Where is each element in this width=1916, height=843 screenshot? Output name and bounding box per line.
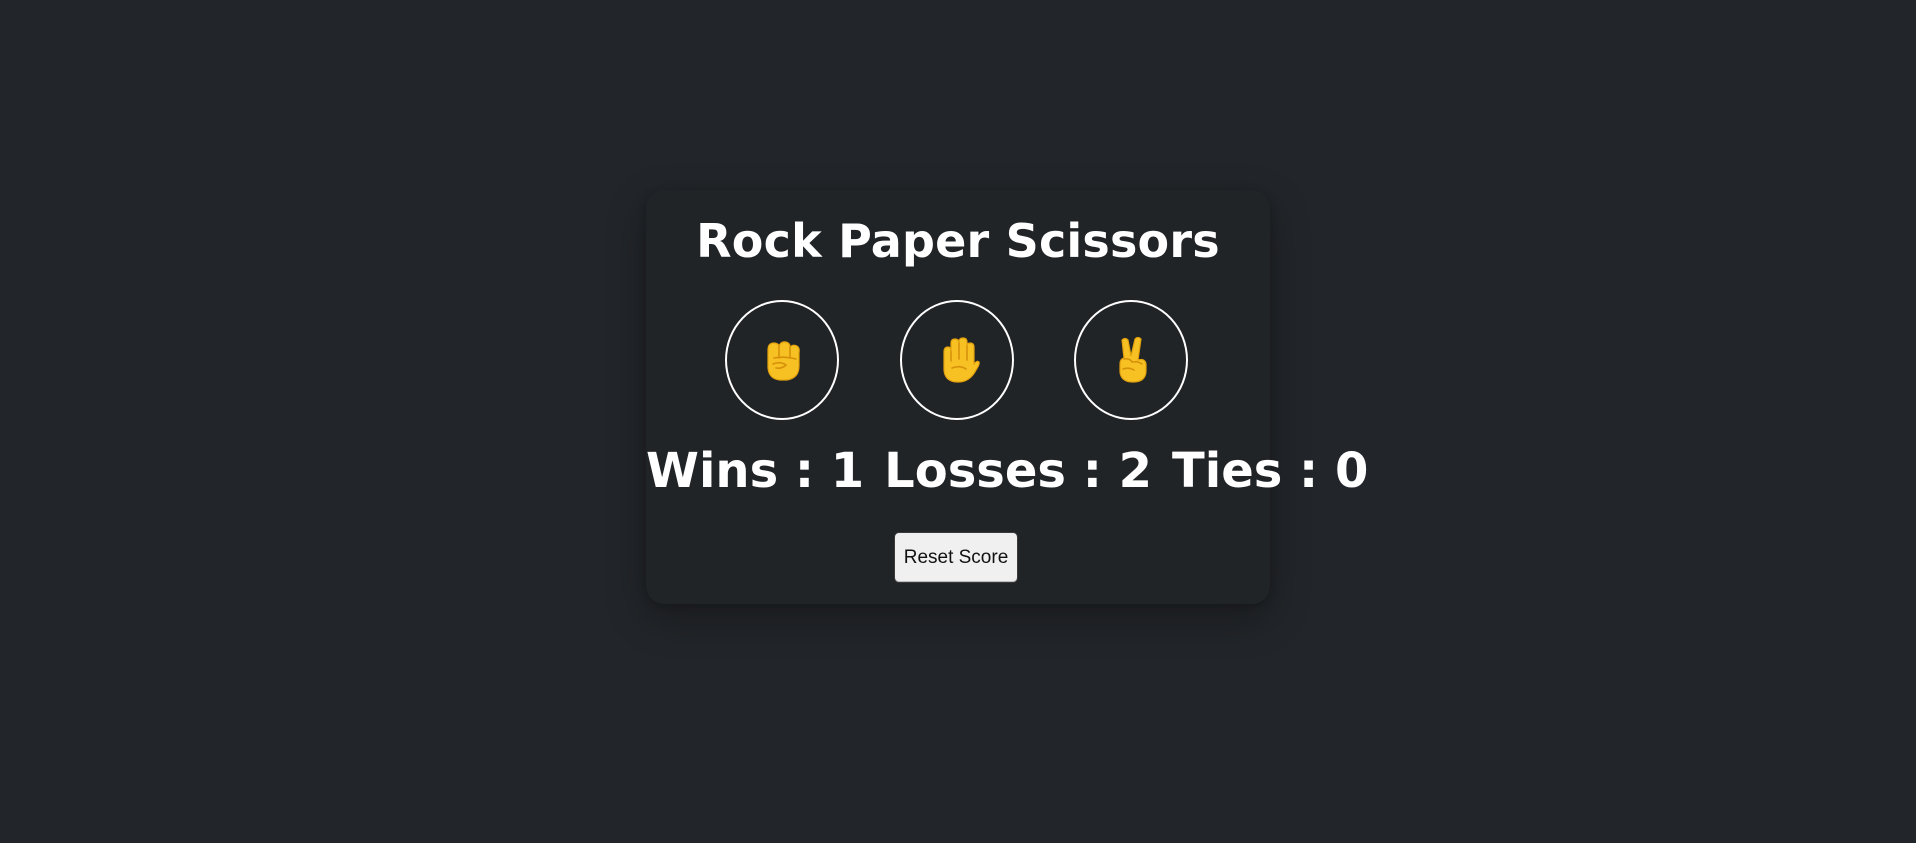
raised-fist-icon — [760, 336, 804, 384]
paper-button[interactable] — [900, 300, 1014, 420]
scissors-button[interactable] — [1074, 300, 1188, 420]
score-board: Wins : 1 Losses : 2 Ties : 0 — [646, 443, 1368, 499]
page: Rock Paper Scissors Wins: 1 Losses: 2 … — [0, 0, 1916, 843]
choice-row — [646, 300, 1270, 422]
ties-score: Ties : 0 — [1172, 443, 1369, 499]
game-card: Rock Paper Scissors Wins: 1 Losses: 2 … — [646, 190, 1368, 604]
raised-hand-icon — [934, 334, 980, 386]
losses-score: Losses : 2 — [884, 443, 1152, 499]
rock-button[interactable] — [725, 300, 839, 420]
victory-hand-icon — [1109, 334, 1153, 386]
page-title: Rock Paper Scissors — [696, 214, 1220, 268]
wins-score: Wins : 1 — [646, 443, 865, 499]
reset-score-button[interactable]: Reset Score — [894, 532, 1018, 583]
